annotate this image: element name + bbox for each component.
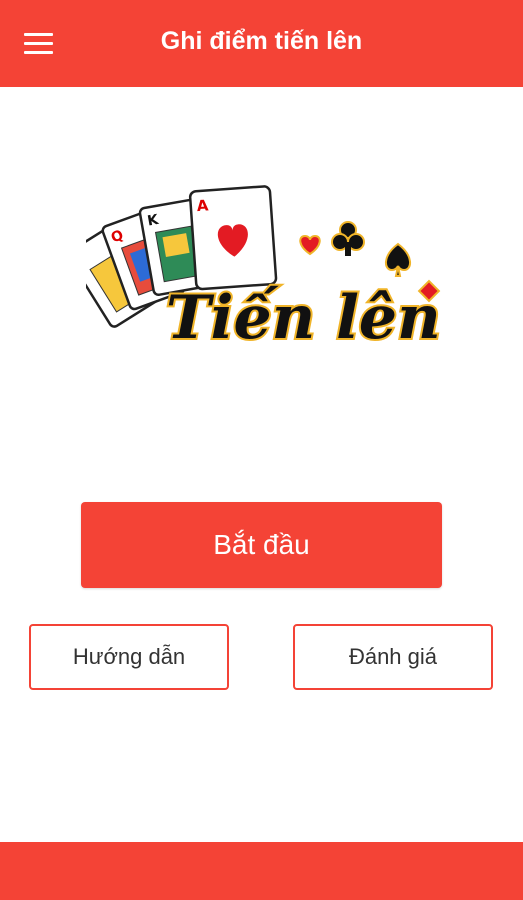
bottom-bar <box>0 842 523 900</box>
logo-text: Tiến lên <box>166 283 441 353</box>
tien-len-logo: J Q K A Tiến lên <box>86 185 443 355</box>
heart-icon <box>299 234 321 256</box>
page-title: Ghi điểm tiến lên <box>160 27 363 55</box>
rate-button[interactable]: Đánh giá <box>293 624 493 690</box>
guide-button[interactable]: Hướng dẫn <box>29 624 229 690</box>
app-bar: Ghi điểm tiến lên <box>0 0 523 87</box>
spade-icon <box>385 242 411 277</box>
club-icon <box>331 221 365 256</box>
start-button[interactable]: Bắt đầu <box>81 502 442 588</box>
card-a-letter: A <box>196 196 209 215</box>
